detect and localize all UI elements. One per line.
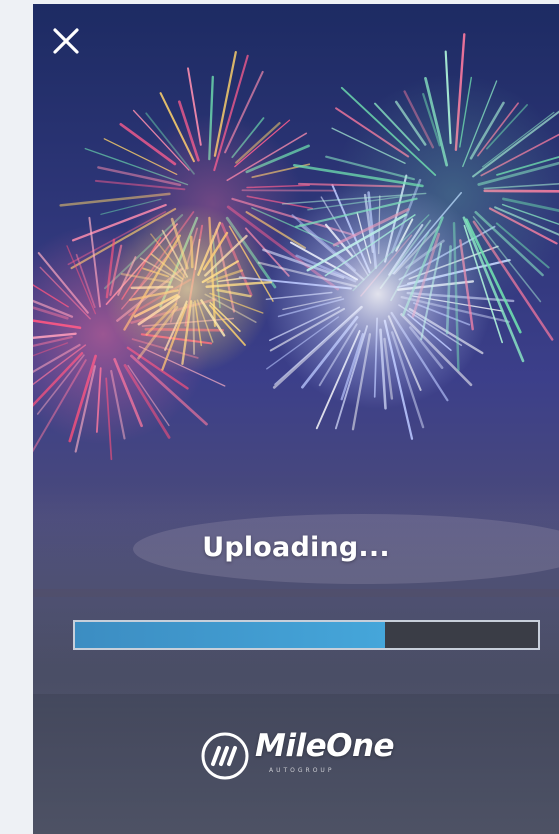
close-button[interactable] <box>47 22 87 62</box>
close-icon <box>53 28 79 54</box>
mileone-mark-icon <box>201 732 249 780</box>
upload-progress-fill <box>75 622 386 648</box>
page-backdrop: Uploading... MileOne AUTOGROUP <box>0 0 559 834</box>
logo-sub-text: AUTOGROUP <box>269 767 335 774</box>
logo-brand-text: MileOne <box>255 728 395 764</box>
upload-status-text: Uploading... <box>202 532 390 563</box>
upload-modal: Uploading... MileOne AUTOGROUP <box>33 4 559 834</box>
mileone-logo: MileOne AUTOGROUP <box>199 726 439 786</box>
upload-progress-bar <box>73 620 540 650</box>
fireworks-background-image <box>33 4 559 834</box>
